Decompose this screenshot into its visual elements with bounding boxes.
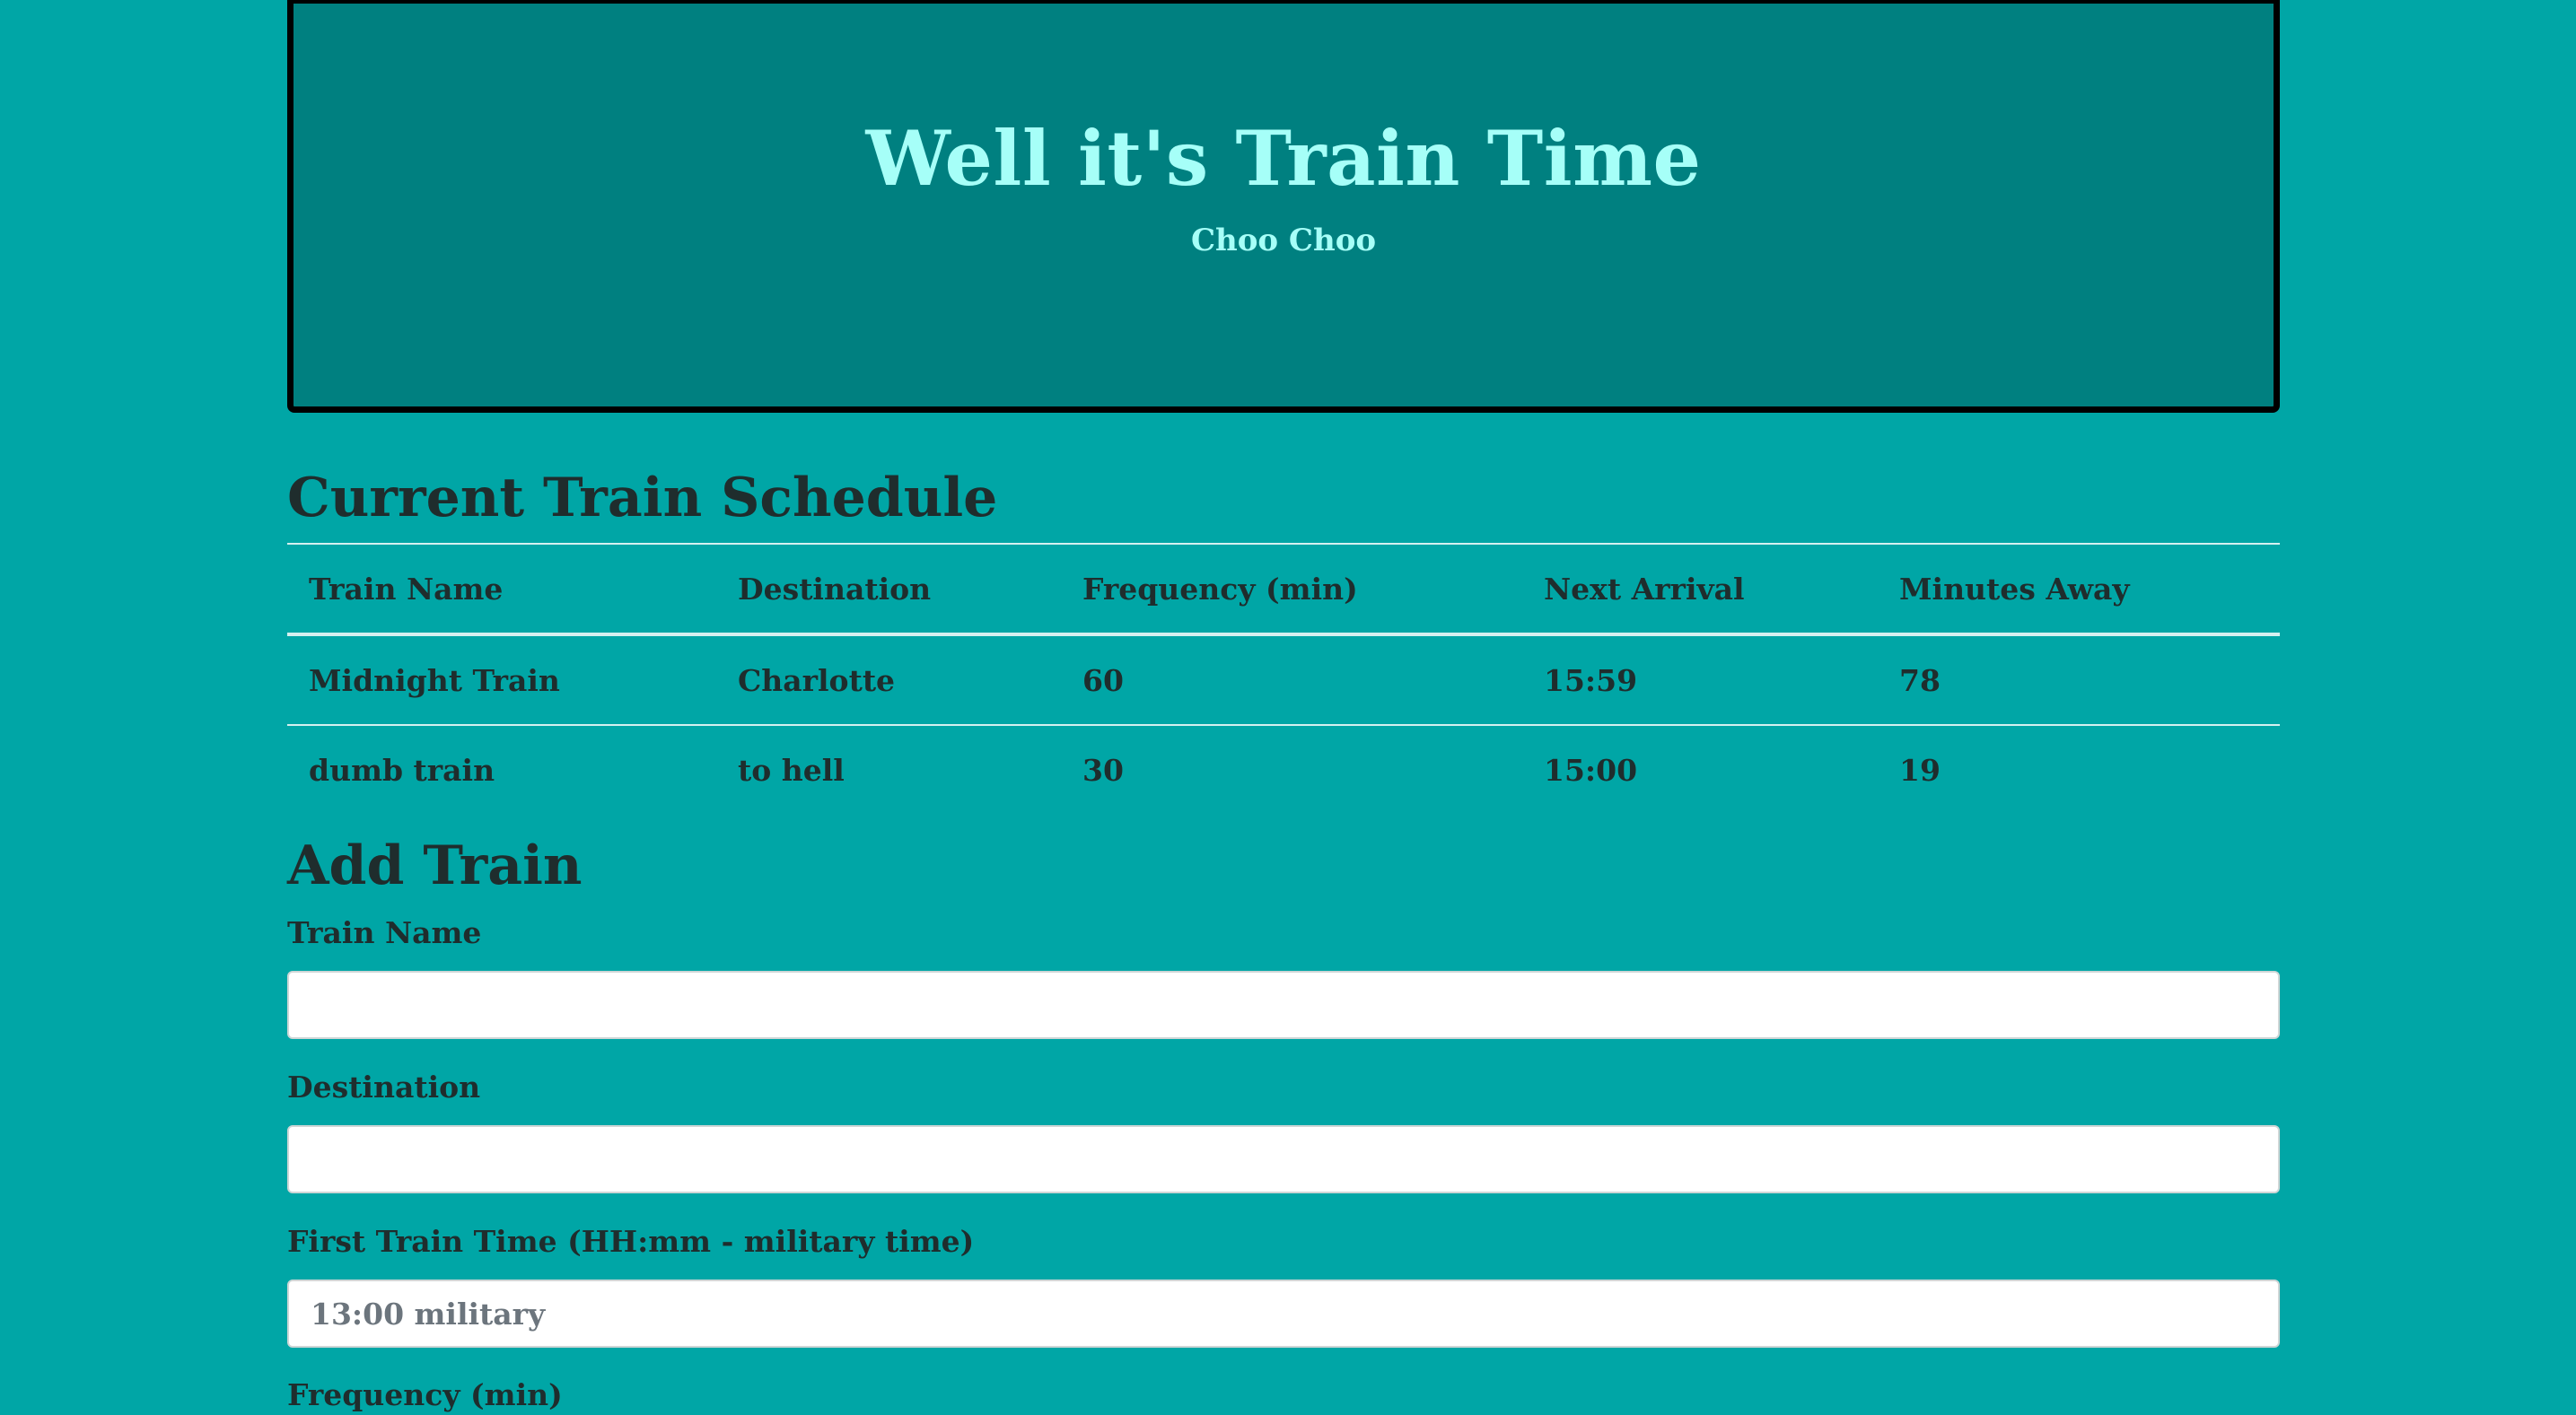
table-header-row: Train Name Destination Frequency (min) N… bbox=[287, 543, 2280, 636]
first-train-time-input[interactable] bbox=[287, 1280, 2280, 1348]
column-header-destination: Destination bbox=[716, 543, 1061, 636]
first-train-time-group: First Train Time (HH:mm - military time) bbox=[287, 1222, 2280, 1348]
destination-group: Destination bbox=[287, 1068, 2280, 1193]
table-row: Midnight Train Charlotte 60 15:59 78 bbox=[287, 633, 2280, 725]
frequency-label: Frequency (min) bbox=[287, 1377, 563, 1412]
column-header-train-name: Train Name bbox=[287, 543, 716, 636]
add-train-title: Add Train bbox=[287, 834, 583, 897]
schedule-title: Current Train Schedule bbox=[287, 467, 998, 529]
cell-next-arrival: 15:00 bbox=[1522, 724, 1878, 814]
frequency-group: Frequency (min) bbox=[287, 1376, 2280, 1415]
column-header-next-arrival: Next Arrival bbox=[1522, 543, 1878, 636]
train-schedule-table: Train Name Destination Frequency (min) N… bbox=[287, 543, 2280, 814]
train-name-input[interactable] bbox=[287, 971, 2280, 1039]
page-container: Well it's Train Time Choo Choo Current T… bbox=[287, 0, 2280, 1412]
train-name-label: Train Name bbox=[287, 915, 482, 950]
table-row: dumb train to hell 30 15:00 19 bbox=[287, 724, 2280, 814]
train-name-group: Train Name bbox=[287, 913, 2280, 1039]
cell-next-arrival: 15:59 bbox=[1522, 633, 1878, 725]
cell-minutes-away: 78 bbox=[1878, 633, 2280, 725]
page-subtitle: Choo Choo bbox=[1190, 223, 1377, 258]
cell-destination: Charlotte bbox=[716, 633, 1061, 725]
first-train-time-label: First Train Time (HH:mm - military time) bbox=[287, 1224, 975, 1259]
cell-frequency: 60 bbox=[1061, 633, 1522, 725]
cell-frequency: 30 bbox=[1061, 724, 1522, 814]
cell-train-name: Midnight Train bbox=[287, 633, 716, 725]
destination-label: Destination bbox=[287, 1070, 481, 1105]
page-title: Well it's Train Time bbox=[865, 114, 1702, 203]
cell-destination: to hell bbox=[716, 724, 1061, 814]
destination-input[interactable] bbox=[287, 1125, 2280, 1193]
jumbotron-header: Well it's Train Time Choo Choo bbox=[287, 0, 2280, 413]
cell-train-name: dumb train bbox=[287, 724, 716, 814]
column-header-minutes-away: Minutes Away bbox=[1878, 543, 2280, 636]
column-header-frequency: Frequency (min) bbox=[1061, 543, 1522, 636]
cell-minutes-away: 19 bbox=[1878, 724, 2280, 814]
